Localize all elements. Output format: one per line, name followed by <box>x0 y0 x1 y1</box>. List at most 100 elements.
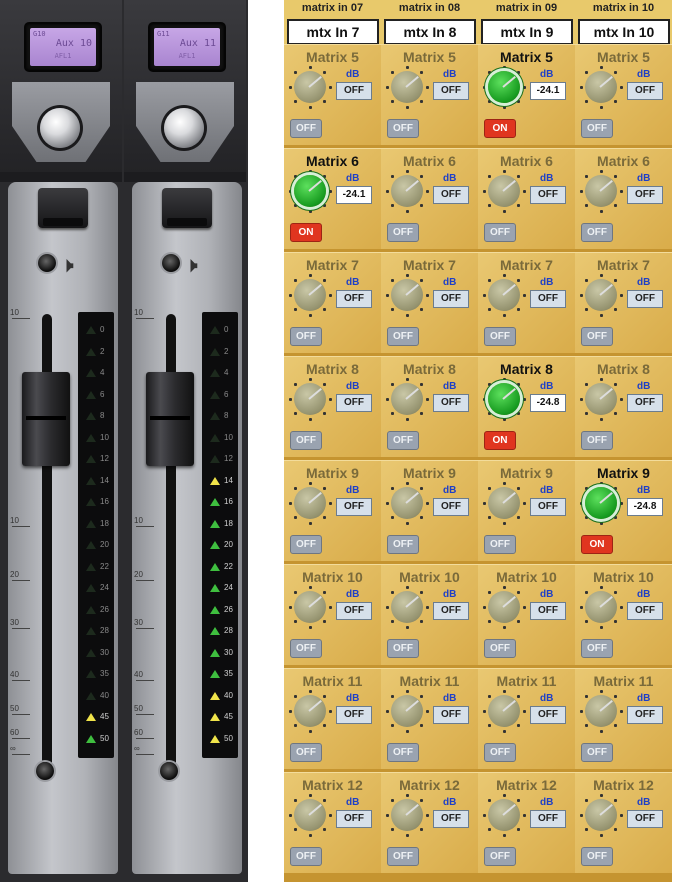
send-level-value[interactable]: OFF <box>336 290 372 308</box>
send-on-off-button[interactable]: OFF <box>484 847 516 866</box>
mute-button[interactable] <box>38 254 56 272</box>
send-level-knob[interactable] <box>391 695 423 727</box>
send-on-off-button[interactable]: OFF <box>581 431 613 450</box>
send-level-value[interactable]: OFF <box>530 706 566 724</box>
send-on-off-button[interactable]: OFF <box>387 223 419 242</box>
send-level-knob[interactable] <box>585 383 617 415</box>
send-level-knob[interactable] <box>294 279 326 311</box>
send-on-off-button[interactable]: OFF <box>387 639 419 658</box>
column-name-box[interactable]: mtx In 7 <box>287 19 379 45</box>
send-level-value[interactable]: OFF <box>433 82 469 100</box>
send-on-off-button[interactable]: OFF <box>290 639 322 658</box>
send-on-off-button[interactable]: ON <box>581 535 613 554</box>
send-level-knob[interactable] <box>294 175 326 207</box>
select-button[interactable] <box>38 188 88 228</box>
send-level-knob[interactable] <box>294 383 326 415</box>
send-level-knob[interactable] <box>294 71 326 103</box>
send-level-knob[interactable] <box>488 383 520 415</box>
column-name-box[interactable]: mtx In 10 <box>578 19 670 45</box>
column-name-box[interactable]: mtx In 9 <box>481 19 573 45</box>
rotary-encoder-knob[interactable] <box>164 108 204 148</box>
send-level-knob[interactable] <box>294 695 326 727</box>
send-on-off-button[interactable]: ON <box>484 119 516 138</box>
send-level-knob[interactable] <box>391 591 423 623</box>
send-level-knob[interactable] <box>585 279 617 311</box>
send-level-value[interactable]: OFF <box>433 290 469 308</box>
send-on-off-button[interactable]: OFF <box>581 327 613 346</box>
send-level-knob[interactable] <box>585 71 617 103</box>
send-on-off-button[interactable]: OFF <box>581 847 613 866</box>
send-level-value[interactable]: OFF <box>336 706 372 724</box>
send-level-value[interactable]: -24.8 <box>627 498 663 516</box>
send-level-knob[interactable] <box>391 175 423 207</box>
send-on-off-button[interactable]: OFF <box>290 327 322 346</box>
send-level-value[interactable]: OFF <box>433 706 469 724</box>
send-level-value[interactable]: OFF <box>433 498 469 516</box>
send-level-knob[interactable] <box>488 591 520 623</box>
send-level-knob[interactable] <box>294 591 326 623</box>
send-level-knob[interactable] <box>488 71 520 103</box>
fader-handle[interactable] <box>22 372 70 466</box>
send-on-off-button[interactable]: OFF <box>387 847 419 866</box>
send-on-off-button[interactable]: OFF <box>387 743 419 762</box>
send-level-knob[interactable] <box>488 175 520 207</box>
send-level-value[interactable]: OFF <box>336 498 372 516</box>
send-on-off-button[interactable]: OFF <box>581 639 613 658</box>
send-level-knob[interactable] <box>585 175 617 207</box>
send-level-value[interactable]: OFF <box>627 706 663 724</box>
send-on-off-button[interactable]: OFF <box>387 327 419 346</box>
send-level-value[interactable]: OFF <box>336 394 372 412</box>
send-level-value[interactable]: -24.8 <box>530 394 566 412</box>
send-level-knob[interactable] <box>488 487 520 519</box>
send-level-knob[interactable] <box>391 383 423 415</box>
send-level-knob[interactable] <box>294 487 326 519</box>
send-level-value[interactable]: OFF <box>530 810 566 828</box>
send-on-off-button[interactable]: OFF <box>581 743 613 762</box>
send-level-knob[interactable] <box>488 799 520 831</box>
send-on-off-button[interactable]: OFF <box>581 119 613 138</box>
send-on-off-button[interactable]: OFF <box>387 535 419 554</box>
send-level-knob[interactable] <box>488 695 520 727</box>
send-on-off-button[interactable]: OFF <box>290 743 322 762</box>
send-level-value[interactable]: OFF <box>627 290 663 308</box>
send-level-value[interactable]: -24.1 <box>336 186 372 204</box>
send-level-value[interactable]: OFF <box>530 498 566 516</box>
send-level-value[interactable]: OFF <box>530 602 566 620</box>
send-on-off-button[interactable]: OFF <box>290 535 322 554</box>
send-on-off-button[interactable]: ON <box>290 223 322 242</box>
send-level-value[interactable]: OFF <box>433 394 469 412</box>
send-level-knob[interactable] <box>585 591 617 623</box>
send-level-value[interactable]: OFF <box>433 602 469 620</box>
send-level-value[interactable]: OFF <box>627 186 663 204</box>
send-level-value[interactable]: OFF <box>627 810 663 828</box>
send-level-value[interactable]: -24.1 <box>530 82 566 100</box>
send-level-value[interactable]: OFF <box>336 82 372 100</box>
send-level-knob[interactable] <box>585 799 617 831</box>
fader-handle[interactable] <box>146 372 194 466</box>
send-level-value[interactable]: OFF <box>627 602 663 620</box>
send-level-knob[interactable] <box>585 695 617 727</box>
send-level-value[interactable]: OFF <box>627 394 663 412</box>
column-name-box[interactable]: mtx In 8 <box>384 19 476 45</box>
send-level-value[interactable]: OFF <box>530 290 566 308</box>
send-on-off-button[interactable]: OFF <box>290 119 322 138</box>
send-level-value[interactable]: OFF <box>433 186 469 204</box>
send-level-knob[interactable] <box>391 487 423 519</box>
select-button[interactable] <box>162 188 212 228</box>
send-on-off-button[interactable]: OFF <box>290 847 322 866</box>
send-on-off-button[interactable]: ON <box>484 431 516 450</box>
send-level-knob[interactable] <box>488 279 520 311</box>
send-level-knob[interactable] <box>294 799 326 831</box>
send-level-value[interactable]: OFF <box>336 810 372 828</box>
send-on-off-button[interactable]: OFF <box>484 327 516 346</box>
send-on-off-button[interactable]: OFF <box>387 431 419 450</box>
send-level-value[interactable]: OFF <box>530 186 566 204</box>
send-level-value[interactable]: OFF <box>433 810 469 828</box>
send-level-knob[interactable] <box>391 71 423 103</box>
send-level-knob[interactable] <box>585 487 617 519</box>
send-level-knob[interactable] <box>391 799 423 831</box>
send-on-off-button[interactable]: OFF <box>484 223 516 242</box>
send-level-value[interactable]: OFF <box>627 82 663 100</box>
send-on-off-button[interactable]: OFF <box>484 535 516 554</box>
send-on-off-button[interactable]: OFF <box>387 119 419 138</box>
